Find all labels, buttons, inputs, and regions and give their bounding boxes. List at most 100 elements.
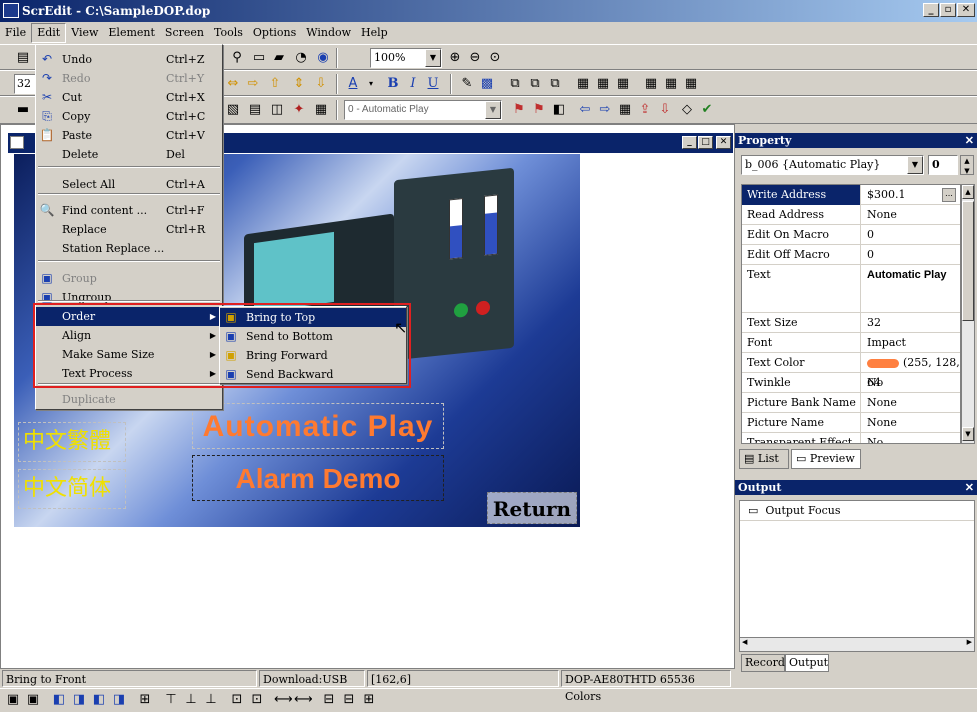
screen-icon[interactable]: ▬ [14,101,32,119]
edit-menu-item-cut[interactable]: ✂ Cut Ctrl+X [36,88,222,107]
child-close-button[interactable]: ✕ [716,136,731,149]
property-tab-preview[interactable]: ▭ Preview [791,449,861,469]
send-to-bottom-icon[interactable]: ◨ [70,691,88,709]
property-row[interactable]: Edit On Macro 0 [742,225,960,245]
vcenter-icon[interactable]: ⇕ [290,75,308,93]
ungroup-icon[interactable]: ▣ [24,691,42,709]
property-close-icon[interactable]: ✕ [965,133,974,148]
property-index-field[interactable]: 0 [928,155,958,175]
property-scrollbar[interactable]: ▲ ▼ [961,184,975,444]
submenu-send-backward[interactable]: ▣ Send Backward [220,365,406,384]
align-left-icon[interactable]: ⧉ [506,75,524,93]
send-backward-icon[interactable]: ◨ [110,691,128,709]
bring-to-top-icon[interactable]: ◧ [50,691,68,709]
gauge-icon[interactable]: ▤ [246,101,264,119]
property-row[interactable]: Text Automatic Play [742,265,960,313]
trad-chinese-button[interactable]: 中文繁體 [18,422,126,462]
edit-menu-item-station-replace[interactable]: Station Replace ... [36,239,222,258]
menu-help[interactable]: Help [356,22,393,44]
restore-button[interactable]: ▫ [940,3,956,17]
italic-button[interactable]: I [404,75,422,93]
property-row[interactable]: Picture Bank Name None [742,393,960,413]
layout-4-icon[interactable]: ▦ [642,75,660,93]
zoom-fit-icon[interactable]: ⊙ [486,49,504,67]
help-icon[interactable]: ◉ [314,49,332,67]
minimize-button[interactable]: _ [923,3,939,17]
zoom-out-icon[interactable]: ⊖ [466,49,484,67]
grid-icon[interactable]: ⊞ [360,691,378,709]
submenu-bring-forward[interactable]: ▣ Bring Forward [220,346,406,365]
layout-5-icon[interactable]: ▦ [662,75,680,93]
property-row[interactable]: Font Impact [742,333,960,353]
edit-menu-item-delete[interactable]: Delete Del [36,145,222,164]
download-icon[interactable]: ⇩ [656,101,674,119]
keypad-icon[interactable]: ▦ [312,101,330,119]
layout-2-icon[interactable]: ▦ [594,75,612,93]
menu-window[interactable]: Window [301,22,356,44]
eraser-icon[interactable]: ◇ [678,101,696,119]
macro-3-icon[interactable]: ◧ [550,101,568,119]
open-icon[interactable]: ▰ [270,49,288,67]
property-row[interactable]: Text Color (255, 128, 64 [742,353,960,389]
align-middle-icon[interactable]: ⊥ [182,691,200,709]
align-top-icon[interactable]: ⊤ [162,691,180,709]
output-focus-row[interactable]: ▭ Output Focus [740,501,974,521]
distribute-icon[interactable]: ⊞ [136,691,154,709]
down-arrow-icon[interactable]: ⇩ [312,75,330,93]
bring-forward-icon[interactable]: ◧ [90,691,108,709]
output-hscrollbar[interactable]: ◀ ▶ [740,637,974,651]
upload-icon[interactable]: ⇪ [636,101,654,119]
property-row[interactable]: Transparent Effect No [742,433,960,443]
property-row[interactable]: Edit Off Macro 0 [742,245,960,265]
output-close-icon[interactable]: ✕ [965,480,974,495]
font-size-select[interactable]: 32 [14,74,36,94]
same-width-icon[interactable]: ⟷ [274,691,293,709]
close-button[interactable]: ✕ [957,3,975,17]
up-arrow-icon[interactable]: ⇧ [266,75,284,93]
simp-chinese-button[interactable]: 中文简体 [18,469,126,509]
zoom-select[interactable]: 100% ▼ [370,48,442,68]
edit-menu-item-copy[interactable]: ⎘ Copy Ctrl+C [36,107,222,126]
screen-list-icon[interactable]: ▦ [616,101,634,119]
layout-1-icon[interactable]: ▦ [574,75,592,93]
scroll-left-icon[interactable]: ◀ [742,638,747,646]
chart-icon[interactable]: ▧ [224,101,242,119]
right-arrow-icon[interactable]: ⇨ [244,75,262,93]
center-h-icon[interactable]: ⊡ [228,691,246,709]
submenu-send-to-bottom[interactable]: ▣ Send to Bottom [220,327,406,346]
alarm-demo-button[interactable]: Alarm Demo [192,455,444,501]
align-center-icon[interactable]: ⧉ [526,75,544,93]
scroll-down-icon[interactable]: ▼ [962,427,974,441]
pen-icon[interactable]: ✎ [458,75,476,93]
property-row[interactable]: Read Address None [742,205,960,225]
alarm-icon[interactable]: ✦ [290,101,308,119]
edit-menu-item-replace[interactable]: Replace Ctrl+R [36,220,222,239]
macro-1-icon[interactable]: ⚑ [510,101,528,119]
menu-tools[interactable]: Tools [209,22,248,44]
property-row[interactable]: Write Address $300.1... [742,185,960,205]
center-v-icon[interactable]: ⊡ [248,691,266,709]
edit-menu-item-paste[interactable]: 📋 Paste Ctrl+V [36,126,222,145]
group-icon[interactable]: ▣ [4,691,22,709]
property-row[interactable]: Twinkle No [742,373,960,393]
new-icon[interactable]: ▤ [14,49,32,67]
font-color-dropdown-icon[interactable]: ▾ [362,75,380,93]
meter-icon[interactable]: ◫ [268,101,286,119]
layout-3-icon[interactable]: ▦ [614,75,632,93]
automatic-play-button[interactable]: Automatic Play [192,403,444,449]
submenu-bring-to-top[interactable]: ▣ Bring to Top [220,308,406,327]
edit-menu-item-find-content[interactable]: 🔍 Find content ... Ctrl+F [36,201,222,220]
property-tab-list[interactable]: ▤ List [739,449,789,469]
same-height-icon[interactable]: ⟷ [294,691,313,709]
menu-view[interactable]: View [66,22,103,44]
paint-icon[interactable]: ◔ [292,49,310,67]
child-restore-button[interactable]: □ [698,136,713,149]
property-spin-icon[interactable]: ▲ ▼ [960,155,974,175]
align-icon[interactable]: ⇔ [224,75,242,93]
prev-screen-icon[interactable]: ⇦ [576,101,594,119]
menu-options[interactable]: Options [248,22,301,44]
menu-file[interactable]: File [0,22,31,44]
scroll-thumb[interactable] [962,201,974,321]
window-icon[interactable]: ▭ [250,49,268,67]
font-color-icon[interactable]: A [344,75,362,93]
